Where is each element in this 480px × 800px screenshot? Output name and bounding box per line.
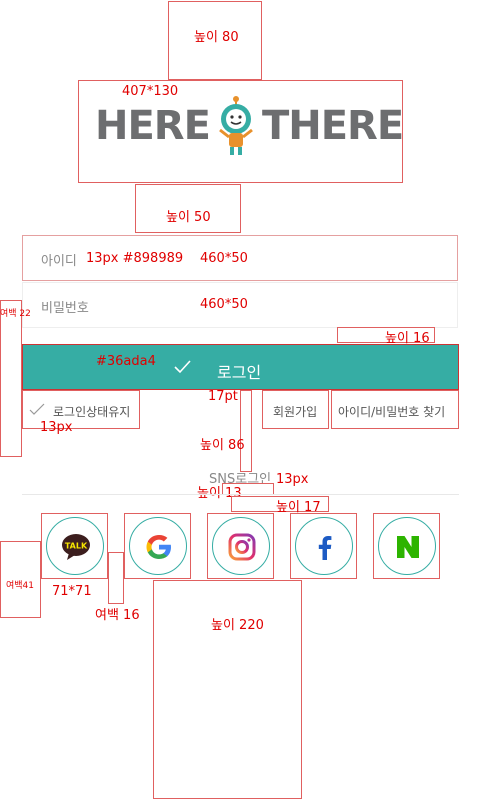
annotation-id-size: 460*50 — [200, 251, 248, 266]
annotation-bottom-220: 높이 220 — [211, 618, 264, 633]
logo-text-here: HERE — [95, 103, 211, 149]
annotation-icon-size: 71*71 — [52, 584, 92, 599]
logo-text-there: THERE — [261, 103, 404, 149]
facebook-circle — [295, 517, 353, 575]
login-label: 로그인 — [217, 363, 262, 382]
naver-icon — [397, 536, 419, 558]
keep-login-label: 로그인상태유지 — [53, 405, 131, 419]
instagram-circle — [212, 517, 270, 575]
annotation-gap-50: 높이 50 — [166, 210, 211, 225]
facebook-login-button[interactable] — [290, 513, 357, 579]
kakaotalk-icon: TALK — [62, 534, 90, 560]
facebook-icon — [318, 536, 332, 560]
icon-gap-box — [108, 552, 124, 604]
id-placeholder: 아이디 — [41, 254, 77, 269]
instagram-icon — [228, 533, 256, 561]
annotation-left-41: 여백41 — [6, 581, 35, 591]
mascot-icon — [219, 96, 253, 155]
annotation-top-height: 높이 80 — [194, 30, 239, 45]
annotation-sns-font: 13px — [276, 472, 309, 487]
google-icon — [146, 535, 171, 559]
signup-label: 회원가입 — [273, 405, 318, 419]
login-button[interactable]: 로그인 — [22, 344, 459, 390]
find-account-label: 아이디/비밀번호 찾기 — [338, 405, 446, 419]
google-circle — [129, 517, 187, 575]
annotation-pw-size: 460*50 — [200, 297, 248, 312]
google-login-button[interactable] — [124, 513, 191, 579]
annotation-id-spec: 13px #898989 — [86, 251, 184, 266]
password-placeholder: 비밀번호 — [41, 301, 89, 316]
naver-login-button[interactable] — [373, 513, 440, 579]
left-margin-box — [0, 300, 22, 457]
kakao-circle: TALK — [46, 517, 104, 575]
signup-link[interactable]: 회원가입 — [262, 390, 329, 429]
annotation-gap-86: 높이 86 — [200, 438, 245, 453]
kakao-talk-text: TALK — [65, 542, 88, 551]
checkbox-check-icon — [29, 403, 45, 415]
bottom-220-box — [153, 580, 302, 799]
check-icon — [174, 360, 191, 374]
annotation-btn-font: 17pt — [208, 389, 238, 404]
sns-divider — [22, 494, 459, 495]
instagram-login-button[interactable] — [207, 513, 274, 579]
annotation-opt-font: 13px — [40, 420, 73, 435]
app-logo: HERE THERE — [95, 95, 404, 157]
kakao-login-button[interactable]: TALK — [41, 513, 108, 579]
naver-circle — [378, 517, 436, 575]
gap-86-box — [240, 390, 252, 472]
annotation-icon-gap: 여백 16 — [95, 608, 140, 623]
annotation-btn-color: #36ada4 — [96, 354, 156, 369]
annotation-left-margin: 여백 22 — [0, 309, 31, 319]
find-account-link[interactable]: 아이디/비밀번호 찾기 — [331, 390, 459, 429]
annotation-logo-size: 407*130 — [122, 84, 179, 99]
